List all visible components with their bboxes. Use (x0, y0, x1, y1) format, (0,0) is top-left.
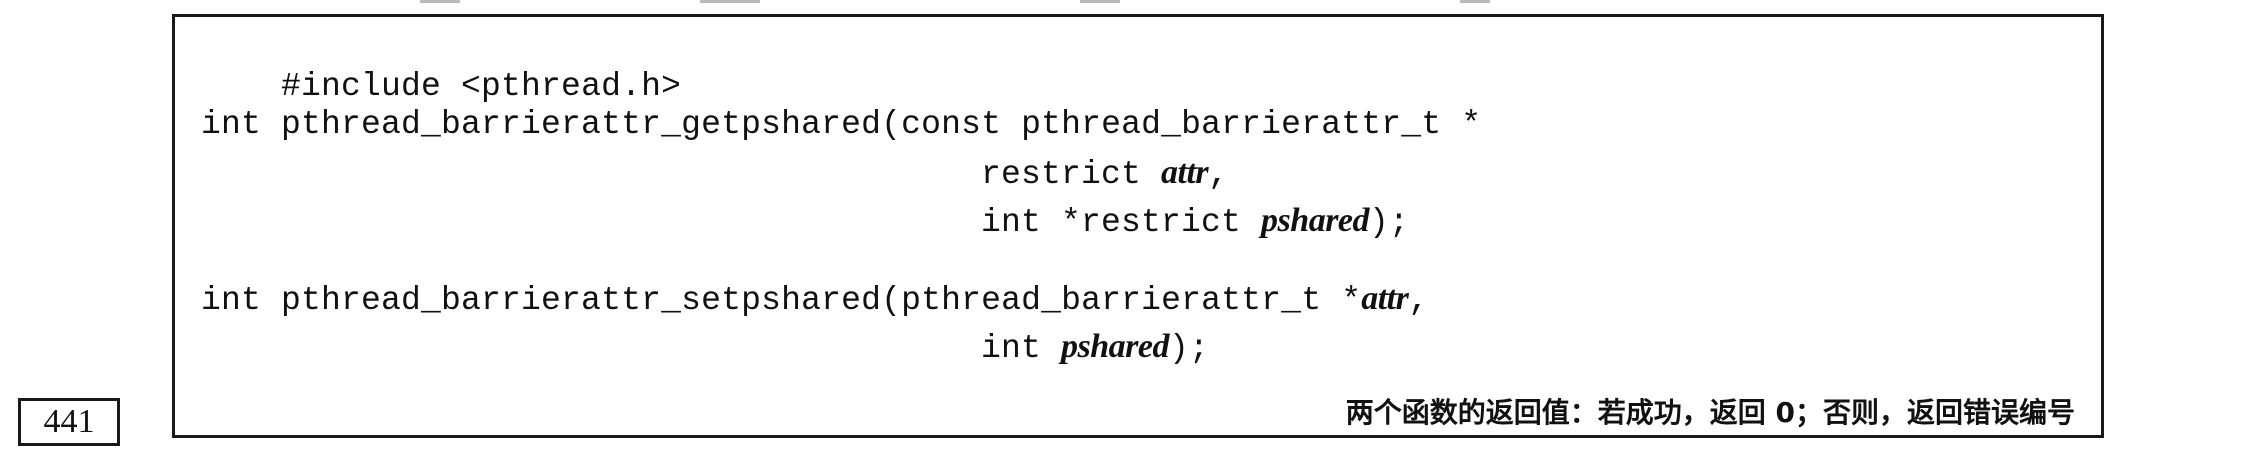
closing-paren: ); (1168, 330, 1209, 367)
getpshared-function-name: int pthread_barrierattr_getpshared( (201, 106, 902, 143)
attr-parameter: attr (1161, 154, 1209, 191)
setpshared-signature-line-2: int pshared); (981, 327, 1209, 369)
scan-edge-mark (700, 0, 760, 3)
pshared-parameter: pshared (1061, 328, 1169, 365)
include-directive: #include <pthread.h> (281, 68, 682, 105)
attr-parameter: attr (1361, 280, 1409, 317)
getpshared-attr-type: const pthread_barrierattr_t * (901, 106, 1482, 143)
pshared-parameter: pshared (1261, 202, 1370, 239)
function-prototype-box: #include <pthread.h> int pthread_barrier… (172, 14, 2104, 438)
getpshared-signature-line-1: int pthread_barrierattr_getpshared(const… (201, 105, 1481, 145)
setpshared-function-name: int pthread_barrierattr_setpshared( (201, 282, 902, 319)
scan-edge-mark (1460, 0, 1490, 3)
restrict-keyword: restrict (981, 156, 1162, 193)
pshared-type: int (981, 330, 1062, 367)
closing-paren: ); (1369, 204, 1410, 241)
page-number: 441 (18, 398, 120, 446)
setpshared-attr-type: pthread_barrierattr_t * (901, 282, 1362, 319)
setpshared-signature-line-1: int pthread_barrierattr_setpshared(pthre… (201, 279, 1429, 321)
getpshared-signature-line-2: restrict attr, (981, 153, 1229, 195)
comma: , (1208, 156, 1229, 194)
getpshared-signature-line-3: int *restrict pshared); (981, 201, 1409, 243)
scan-edge-mark (420, 0, 460, 3)
pshared-type: int *restrict (981, 204, 1262, 241)
scan-edge-mark (1080, 0, 1120, 3)
return-value-note: 两个函数的返回值：若成功，返回 0；否则，返回错误编号 (1345, 396, 2075, 429)
comma: , (1408, 282, 1429, 320)
